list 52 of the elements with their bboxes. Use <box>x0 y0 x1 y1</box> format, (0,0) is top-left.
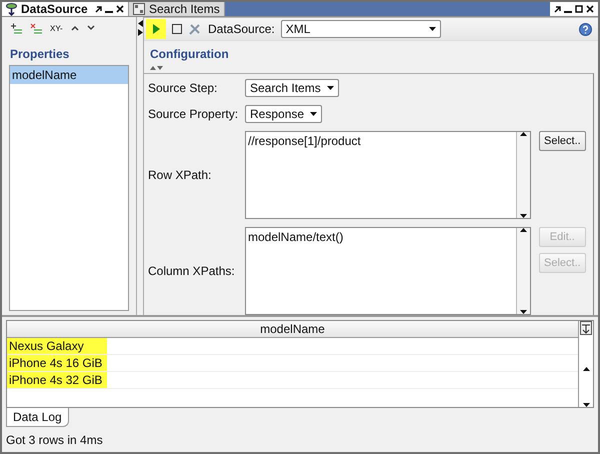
maximize-icon[interactable] <box>575 5 583 13</box>
column-chooser-icon[interactable] <box>580 321 592 335</box>
dropdown[interactable]: Response <box>245 105 322 123</box>
scroll-down-icon[interactable] <box>582 403 590 407</box>
remove-property-icon[interactable] <box>30 22 42 34</box>
xpath-field[interactable]: //response[1]/product <box>245 131 531 219</box>
datasource-dropdown[interactable]: XML <box>280 20 441 38</box>
stop-icon[interactable] <box>172 24 182 34</box>
soap-icon <box>133 3 145 15</box>
table-cell: iPhone 4s 16 GiB <box>7 355 107 371</box>
move-down-icon[interactable] <box>86 25 95 31</box>
select-button[interactable]: Select.. <box>539 131 586 151</box>
undock-icon[interactable] <box>554 6 561 12</box>
column-header[interactable]: modelName <box>7 321 578 338</box>
property-item[interactable]: modelName <box>10 66 128 84</box>
collapse-expand-icon[interactable] <box>150 65 163 70</box>
run-button[interactable] <box>146 19 166 39</box>
datasource-icon <box>6 2 17 16</box>
tools-icon[interactable] <box>188 22 202 36</box>
tab-label: Search Items <box>149 2 220 16</box>
table-cell: iPhone 4s 32 GiB <box>7 372 107 388</box>
caret-icon[interactable] <box>326 86 334 90</box>
scroll-down-icon[interactable] <box>520 310 527 314</box>
tab[interactable]: DataSource <box>2 2 129 16</box>
datasource-label: DataSource: <box>208 22 275 36</box>
field-label: Source Step: <box>148 81 218 95</box>
play-icon <box>152 24 160 34</box>
xpath-field[interactable]: modelName/text() <box>245 227 531 315</box>
close-icon[interactable] <box>586 5 594 13</box>
field-label: Source Property: <box>148 107 240 121</box>
caret-icon[interactable] <box>310 112 318 116</box>
section-title: Configuration <box>149 46 230 61</box>
close-icon[interactable] <box>116 5 124 13</box>
panel-title: Properties <box>9 46 70 63</box>
field-label: Column XPaths: <box>148 264 236 278</box>
status-text: Got 3 rows in 4ms <box>5 432 104 449</box>
undock-icon[interactable] <box>95 6 102 12</box>
scroll-up-icon[interactable] <box>520 228 527 232</box>
scroll-up-icon[interactable] <box>520 132 527 136</box>
help-icon[interactable] <box>579 22 592 36</box>
field-label: Row XPath: <box>148 168 212 182</box>
scroll-up-icon[interactable] <box>582 367 590 371</box>
caret-icon[interactable] <box>428 27 436 31</box>
table-cell: Nexus Galaxy <box>7 338 107 354</box>
tab[interactable]: Search Items <box>129 2 225 16</box>
dropdown[interactable]: Search Items <box>245 79 339 97</box>
scroll-down-icon[interactable] <box>520 214 527 218</box>
xy-icon[interactable]: XY- <box>50 24 63 32</box>
tab[interactable]: Data Log <box>6 408 69 427</box>
add-property-icon[interactable] <box>10 22 22 34</box>
tab-label: DataSource <box>21 2 88 16</box>
move-up-icon[interactable] <box>70 25 79 31</box>
